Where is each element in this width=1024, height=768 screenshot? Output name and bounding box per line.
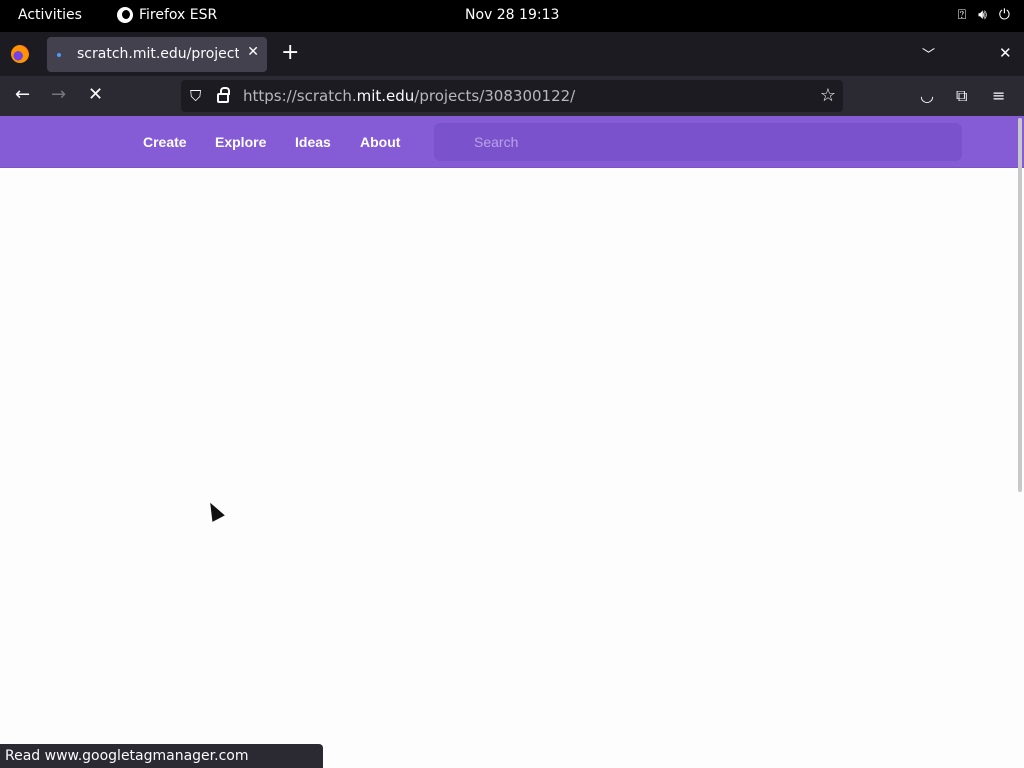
lock-icon[interactable] — [217, 87, 230, 103]
activities-button[interactable]: Activities — [18, 7, 82, 23]
tracking-protection-icon[interactable]: ⛉ — [190, 87, 201, 105]
tab-strip: scratch.mit.edu/projects/ ✕ — [0, 32, 1024, 76]
power-icon[interactable]: ⏻ — [999, 7, 1010, 23]
back-icon[interactable]: ← — [15, 85, 30, 105]
clock[interactable]: Nov 28 19:13 — [465, 7, 559, 23]
pocket-icon[interactable]: ◡ — [920, 86, 934, 105]
page-content-area — [0, 169, 1024, 768]
scratch-header: Create Explore Ideas About — [0, 116, 1024, 168]
window-close-icon[interactable]: ✕ — [999, 44, 1012, 62]
forward-icon[interactable]: → — [51, 85, 66, 105]
menu-icon[interactable]: ≡ — [992, 86, 1005, 105]
nav-about[interactable]: About — [360, 134, 400, 150]
tab-close-icon[interactable]: ✕ — [247, 44, 259, 60]
page-scrollbar[interactable] — [1018, 118, 1022, 492]
list-all-tabs-icon[interactable]: ﹀ — [922, 44, 935, 63]
firefox-app-icon — [117, 7, 133, 23]
url-text[interactable]: https://scratch.mit.edu/projects/3083001… — [243, 87, 575, 105]
loading-dot-icon — [57, 53, 61, 57]
search-input[interactable] — [434, 123, 962, 161]
extensions-icon[interactable]: ⧉ — [956, 86, 967, 106]
system-tray[interactable]: ⍰ 🔊︎ ⏻ — [958, 7, 1010, 23]
navigation-toolbar: ← → ✕ ⛉ https://scratch.mit.edu/projects… — [0, 76, 1024, 116]
system-top-bar: Activities Firefox ESR Nov 28 19:13 ⍰ 🔊︎… — [0, 0, 1024, 32]
app-name: Firefox ESR — [139, 7, 218, 23]
url-bar[interactable]: ⛉ https://scratch.mit.edu/projects/30830… — [181, 80, 843, 112]
accessibility-icon[interactable]: ⍰ — [958, 7, 966, 23]
bookmark-star-icon[interactable]: ☆ — [820, 85, 836, 106]
firefox-logo-icon — [11, 45, 29, 63]
nav-create[interactable]: Create — [143, 134, 187, 150]
app-menu[interactable]: Firefox ESR — [117, 7, 217, 23]
new-tab-button[interactable]: + — [281, 42, 299, 64]
nav-ideas[interactable]: Ideas — [295, 134, 331, 150]
search-box[interactable] — [434, 123, 962, 161]
nav-explore[interactable]: Explore — [215, 134, 266, 150]
status-bar: Read www.googletagmanager.com — [0, 744, 323, 768]
tab-title: scratch.mit.edu/projects/ — [77, 46, 239, 62]
stop-loading-icon[interactable]: ✕ — [88, 85, 103, 105]
tab-active[interactable]: scratch.mit.edu/projects/ ✕ — [47, 37, 267, 72]
volume-icon[interactable]: 🔊︎ — [978, 7, 987, 23]
